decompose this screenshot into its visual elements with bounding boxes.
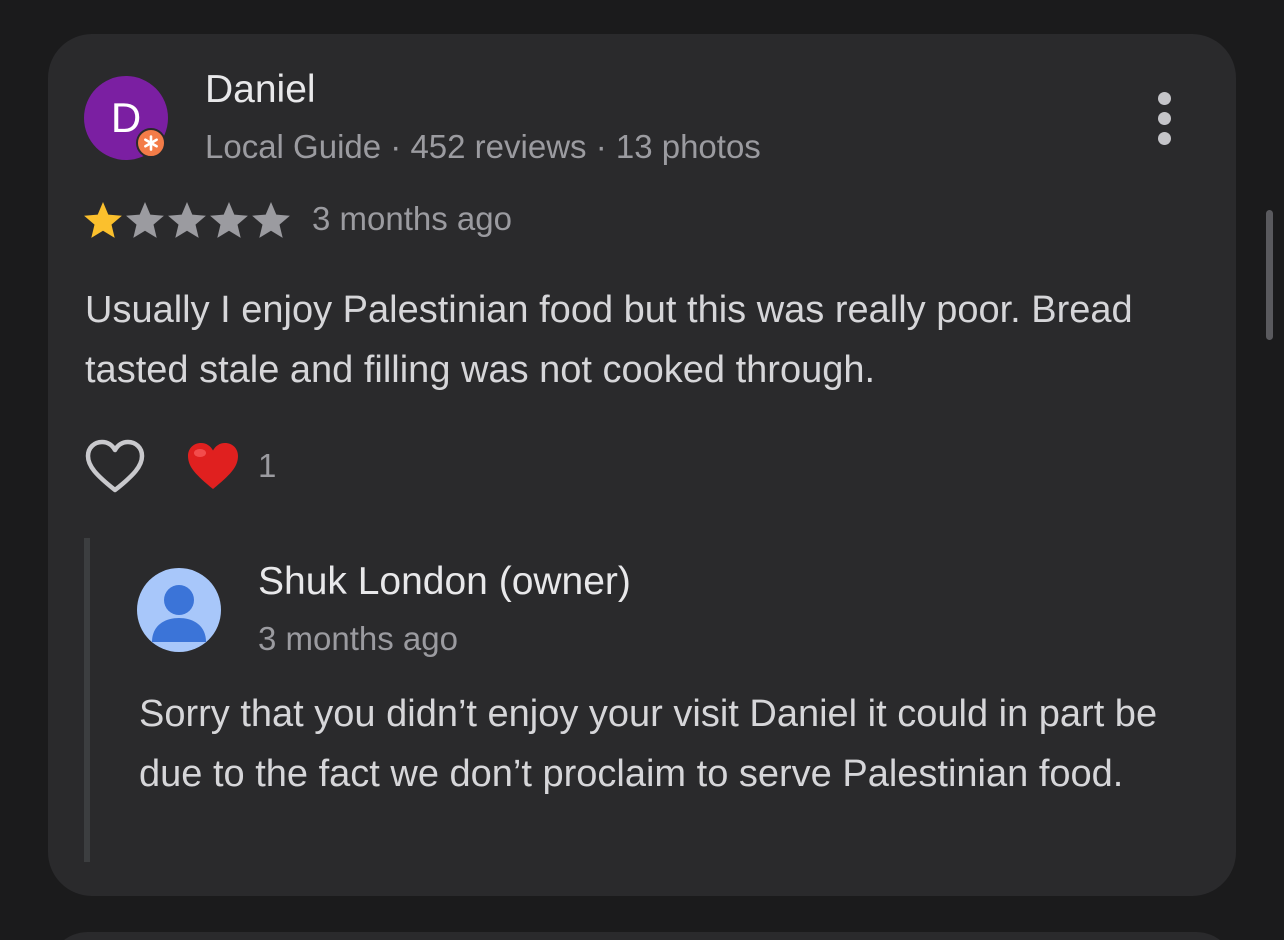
like-button[interactable] (84, 438, 146, 496)
reactions-summary[interactable]: 1 (186, 440, 276, 492)
default-profile-icon (152, 585, 206, 642)
star-empty-icon (208, 199, 250, 241)
star-empty-icon (124, 199, 166, 241)
more-vertical-icon-dot (1158, 132, 1171, 145)
owner-avatar[interactable] (137, 568, 221, 652)
heart-outline-icon (85, 439, 145, 493)
next-review-card (48, 932, 1236, 940)
scrollbar-thumb[interactable] (1266, 210, 1273, 340)
reaction-count: 1 (258, 447, 277, 484)
red-heart-emoji-icon (186, 441, 240, 491)
reviews-screen: D Daniel Local Guide · 452 reviews · 13 … (0, 0, 1284, 940)
review-text: Usually I enjoy Palestinian food but thi… (85, 289, 1133, 391)
reply-indent-bar (84, 538, 90, 862)
star-empty-icon (166, 199, 208, 241)
reviewer-initial: D (110, 94, 142, 141)
star-filled-icon (82, 199, 124, 241)
owner-name: Shuk London (owner) (258, 560, 631, 603)
star-empty-icon (250, 199, 292, 241)
owner-reply-time: 3 months ago (258, 620, 458, 657)
reviewer-name[interactable]: Daniel (205, 68, 316, 112)
more-vertical-icon (1158, 92, 1171, 105)
reviewer-meta: Local Guide · 452 reviews · 13 photos (205, 128, 761, 165)
star-rating (82, 198, 292, 242)
owner-reply-text: Sorry that you didn’t enjoy your visit D… (139, 693, 1158, 795)
local-guide-badge-icon (136, 128, 166, 158)
review-time: 3 months ago (312, 200, 512, 237)
more-vertical-icon-dot (1158, 112, 1171, 125)
more-options-button[interactable] (1146, 92, 1182, 146)
